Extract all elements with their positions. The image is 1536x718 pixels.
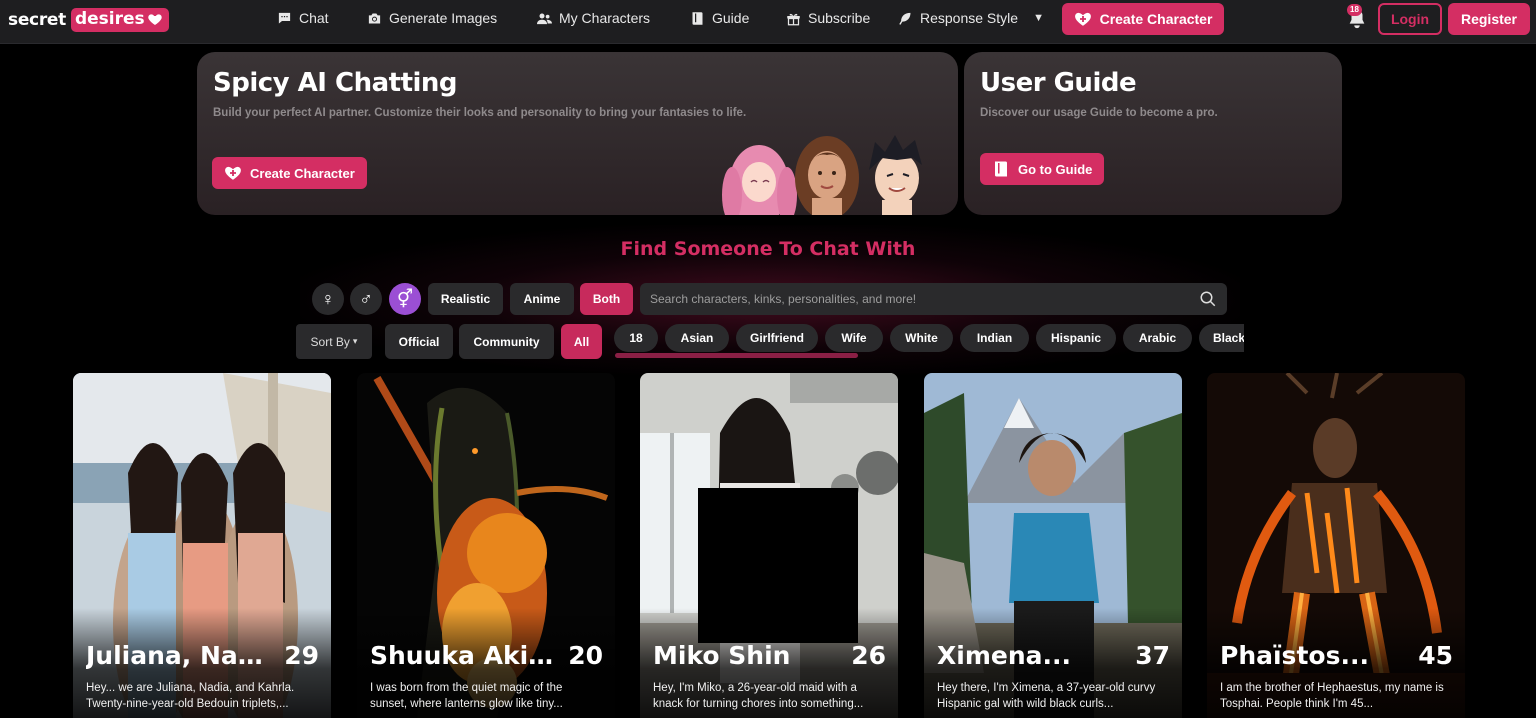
guide-subtitle: Discover our usage Guide to become a pro… — [980, 107, 1218, 119]
search-input[interactable] — [650, 292, 1199, 306]
nav-my-characters[interactable]: My Characters — [537, 0, 650, 36]
tag-arabic[interactable]: Arabic — [1123, 324, 1192, 352]
guide-title: User Guide — [980, 68, 1137, 98]
brand-word-secret: secret — [8, 10, 66, 30]
login-button[interactable]: Login — [1378, 3, 1442, 35]
character-age: 26 — [851, 641, 886, 670]
nav-response-style-label: Response Style — [920, 10, 1019, 26]
register-button[interactable]: Register — [1448, 3, 1530, 35]
hero-create-character-button[interactable]: Create Character — [212, 157, 367, 189]
chat-icon — [278, 12, 291, 23]
character-card[interactable]: Juliana, Nadi... 29 Hey... we are Julian… — [73, 373, 331, 718]
spicy-chat-hero: Spicy AI Chatting Build your perfect AI … — [197, 52, 958, 215]
character-description: Hey, I'm Miko, a 26-year-old maid with a… — [653, 682, 864, 710]
nav-guide-label: Guide — [712, 10, 750, 26]
gender-both-button[interactable]: ⚥ — [389, 283, 421, 315]
feather-icon — [899, 12, 911, 25]
filter-all-button[interactable]: All — [561, 324, 602, 359]
user-guide-hero: User Guide Discover our usage Guide to b… — [964, 52, 1342, 215]
heart-plus-icon — [1074, 12, 1091, 26]
character-description: Hey... we are Juliana, Nadia, and Kahrla… — [86, 682, 295, 710]
gender-male-button[interactable]: ♂ — [350, 283, 382, 315]
character-age: 37 — [1135, 641, 1170, 670]
character-name: Phaïstos... — [1220, 641, 1369, 670]
character-card[interactable]: Phaïstos... 45 I am the brother of Hepha… — [1207, 373, 1465, 718]
brand-word-desires: desires — [70, 8, 169, 32]
users-icon — [537, 13, 552, 24]
hero-title: Spicy AI Chatting — [213, 68, 458, 98]
nav-generate-images-label: Generate Images — [389, 10, 498, 26]
brand-word-desires-text: desires — [74, 9, 145, 29]
top-navbar: secret desires Chat Generate Images My C… — [0, 0, 1536, 44]
sort-by-label: Sort By — [310, 334, 350, 349]
search-bar — [640, 283, 1227, 315]
caret-down-icon: ▼ — [1033, 12, 1044, 24]
nav-chat[interactable]: Chat — [277, 0, 329, 36]
go-to-guide-label: Go to Guide — [1018, 161, 1093, 177]
age-18-badge: 18 — [1347, 4, 1362, 16]
find-section-title: Find Someone To Chat With — [620, 238, 916, 260]
character-description: I am the brother of Hephaestus, my name … — [1220, 682, 1444, 710]
notification-bell[interactable]: 18 — [1344, 4, 1370, 30]
heart-icon — [147, 14, 162, 25]
tag-white[interactable]: White — [890, 324, 953, 352]
tag-indian[interactable]: Indian — [960, 324, 1029, 352]
gender-female-button[interactable]: ♀ — [312, 283, 344, 315]
book-icon — [692, 11, 703, 25]
hero-subtitle: Build your perfect AI partner. Customize… — [213, 107, 747, 119]
tag-18[interactable]: 18 — [614, 324, 658, 352]
create-character-button[interactable]: Create Character — [1062, 3, 1224, 35]
nav-chat-label: Chat — [299, 10, 329, 26]
heart-plus-icon — [225, 166, 241, 180]
filter-realistic-button[interactable]: Realistic — [428, 283, 503, 315]
sort-by-dropdown[interactable]: Sort By ▾ — [296, 324, 372, 359]
filter-official-button[interactable]: Official — [385, 324, 453, 359]
tag-black[interactable]: Black — [1199, 324, 1244, 352]
tag-girlfriend[interactable]: Girlfriend — [736, 324, 818, 352]
nav-generate-images[interactable]: Generate Images — [367, 0, 497, 36]
character-name: Juliana, Nadi... — [86, 641, 276, 670]
character-age: 45 — [1418, 641, 1453, 670]
character-name: Ximena... — [937, 641, 1072, 670]
go-to-guide-button[interactable]: Go to Guide — [980, 153, 1105, 185]
tag-row-scrollbar[interactable] — [615, 353, 858, 358]
character-name: Miko Shin — [653, 641, 791, 670]
gift-icon — [787, 13, 800, 25]
character-card[interactable]: Ximena... 37 Hey there, I'm Ximena, a 37… — [924, 373, 1182, 718]
character-name: Shuuka Akika — [370, 641, 560, 670]
chevron-down-icon: ▾ — [352, 336, 358, 346]
tag-wife[interactable]: Wife — [825, 324, 883, 352]
character-card[interactable]: Shuuka Akika 20 I was born from the quie… — [357, 373, 615, 718]
tag-hispanic[interactable]: Hispanic — [1036, 324, 1116, 352]
nav-my-characters-label: My Characters — [559, 10, 651, 26]
search-icon[interactable] — [1199, 290, 1217, 308]
book-icon — [995, 161, 1007, 177]
create-character-label: Create Character — [1099, 11, 1213, 27]
hero-characters-illustration — [722, 135, 922, 215]
brand-logo[interactable]: secret desires — [8, 6, 169, 34]
nav-response-style[interactable]: Response Style ▼ — [898, 0, 1044, 36]
nav-guide[interactable]: Guide — [690, 0, 749, 36]
filter-community-button[interactable]: Community — [459, 324, 554, 359]
tag-asian[interactable]: Asian — [665, 324, 729, 352]
character-age: 29 — [284, 641, 319, 670]
character-description: Hey there, I'm Ximena, a 37-year-old cur… — [937, 682, 1156, 710]
filter-anime-button[interactable]: Anime — [510, 283, 574, 315]
character-age: 20 — [568, 641, 603, 670]
camera-icon — [368, 13, 381, 23]
filter-both-button[interactable]: Both — [580, 283, 633, 315]
nav-subscribe-label: Subscribe — [808, 10, 871, 26]
character-description: I was born from the quiet magic of the s… — [370, 682, 563, 710]
hero-create-character-label: Create Character — [250, 165, 355, 181]
nav-subscribe[interactable]: Subscribe — [786, 0, 870, 36]
character-card[interactable]: Miko Shin 26 Hey, I'm Miko, a 26-year-ol… — [640, 373, 898, 718]
